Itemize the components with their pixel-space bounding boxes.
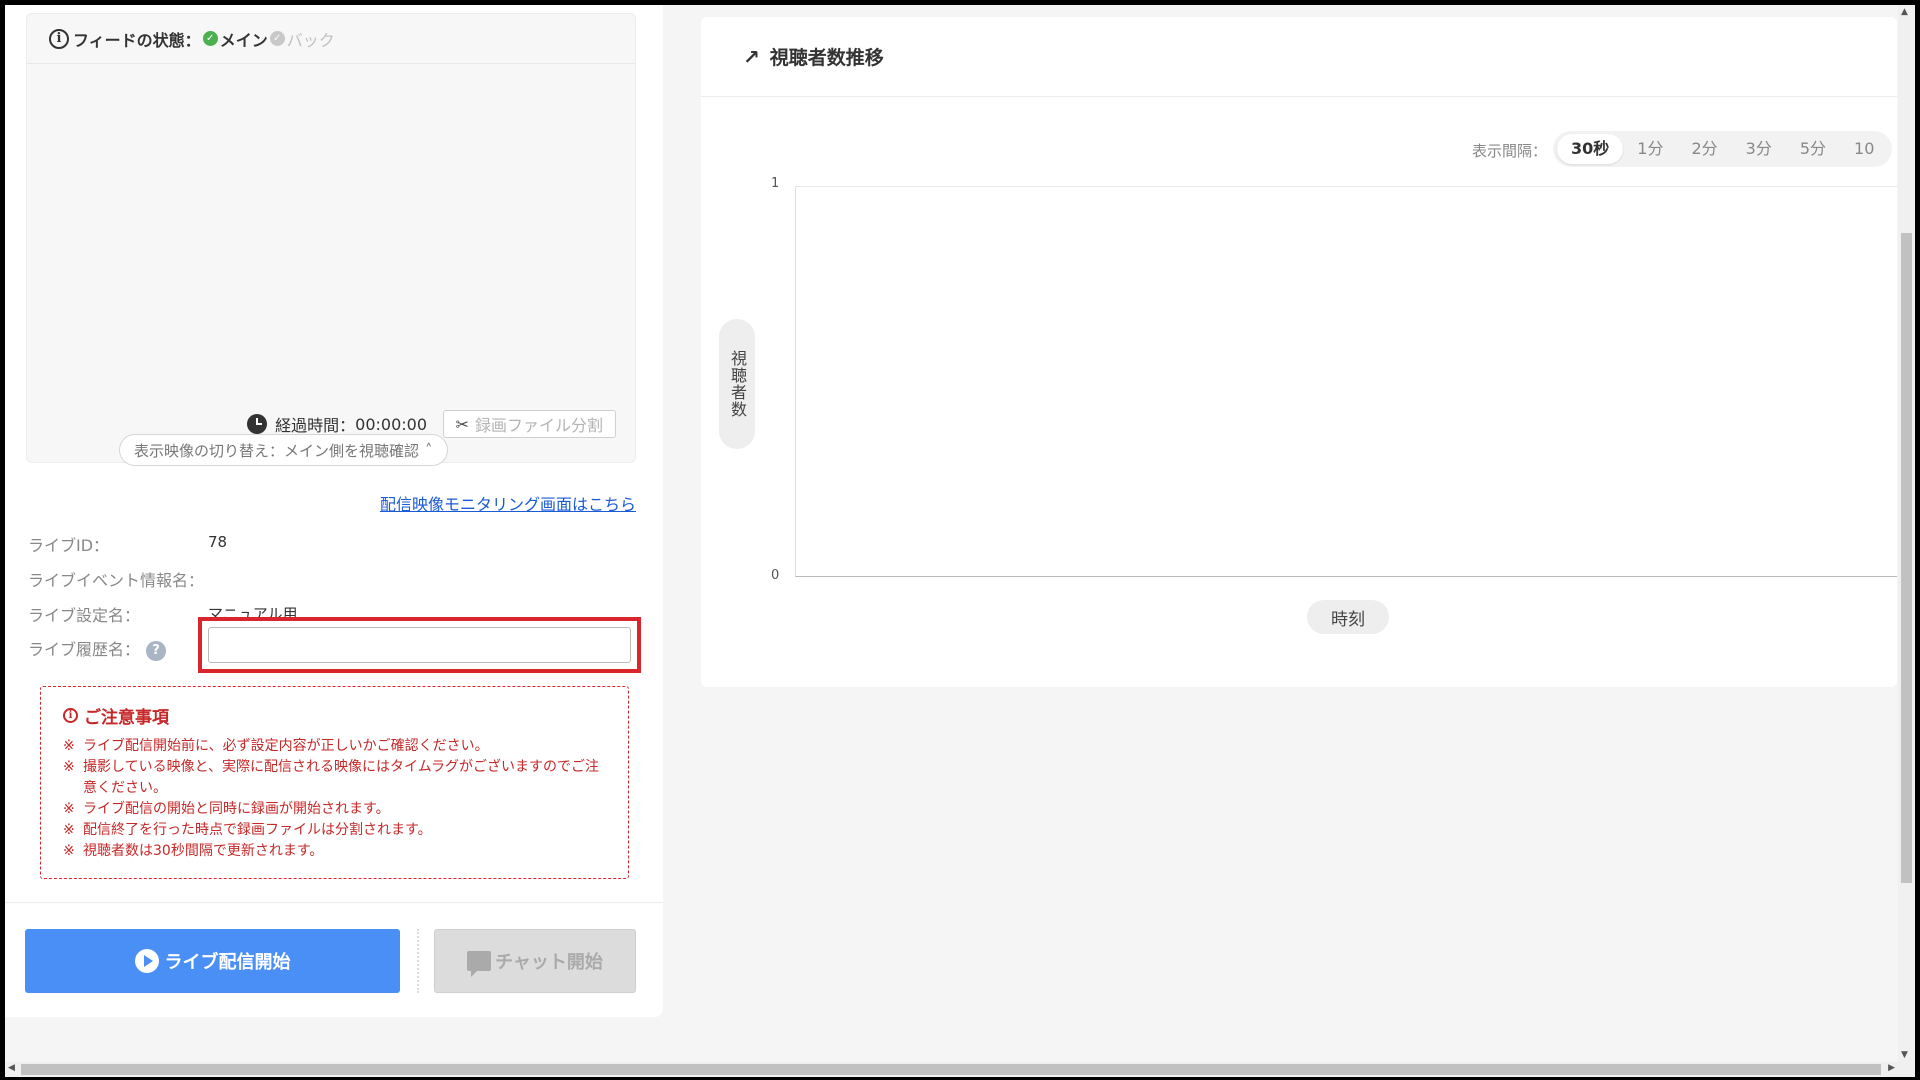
interval-option[interactable]: 2分 (1677, 134, 1731, 164)
interval-option[interactable]: 30秒 (1557, 134, 1624, 164)
interval-option[interactable]: 1分 (1623, 134, 1677, 164)
clock-icon (247, 414, 268, 434)
live-start-label: ライブ配信開始 (164, 952, 291, 973)
trending-up-icon: ↗ (743, 44, 760, 69)
setting-name-label: ライブ設定名： (28, 606, 141, 625)
elapsed-label: 経過時間： (275, 416, 356, 435)
scroll-right-icon[interactable]: ▶ (1888, 1063, 1895, 1073)
notice-list: ライブ配信開始前に、必ず設定内容が正しいかご確認ください。 撮影している映像と、… (63, 736, 606, 862)
check-circle-icon: ✓ (269, 31, 285, 46)
live-control-panel: i フィードの状態： ✓ メイン ✓ バック 経過時間： 00:00:00 ✂ … (5, 5, 663, 1017)
viewport: i フィードの状態： ✓ メイン ✓ バック 経過時間： 00:00:00 ✂ … (5, 5, 1915, 1077)
info-icon: i (49, 28, 69, 49)
horizontal-scrollbar[interactable]: ◀ ▶ (5, 1062, 1915, 1077)
x-axis-label: 時刻 (1307, 600, 1389, 634)
notice-item: 視聴者数は30秒間隔で更新されます。 (63, 841, 606, 862)
plot-area (795, 186, 1897, 577)
notice-item: 配信終了を行った時点で録画ファイルは分割されます。 (63, 820, 606, 841)
interval-option[interactable]: 3分 (1732, 134, 1786, 164)
chat-icon (467, 951, 492, 977)
notice-title-text: ご注意事項 (84, 708, 169, 728)
scrollbar-thumb[interactable] (1901, 233, 1912, 883)
notice-item: ライブ配信開始前に、必ず設定内容が正しいかご確認ください。 (63, 736, 606, 757)
play-icon (134, 949, 159, 973)
live-id-value: 78 (208, 533, 228, 551)
video-preview: i フィードの状態： ✓ メイン ✓ バック 経過時間： 00:00:00 ✂ … (26, 13, 636, 463)
feed-back-label: バック (286, 30, 335, 50)
feed-status: i フィードの状態： ✓ メイン ✓ バック (27, 14, 635, 64)
x-axis-label-text: 時刻 (1331, 609, 1365, 630)
feed-main-label: メイン (219, 30, 268, 50)
split-recording-label: 録画ファイル分割 (474, 416, 603, 435)
notice-title: i ご注意事項 (63, 703, 606, 728)
chart-header: ↗ 視聴者数推移 (701, 17, 1897, 97)
monitoring-link[interactable]: 配信映像モニタリング画面はこちら (380, 491, 636, 515)
chat-start-button[interactable]: チャット開始 (434, 929, 636, 993)
scrollbar-thumb[interactable] (21, 1064, 1881, 1075)
elapsed-value: 00:00:00 (355, 414, 427, 434)
divider (5, 902, 663, 903)
interval-selector: 30秒 1分 2分 3分 5分 10 (1553, 131, 1893, 167)
viewer-chart-panel: ↗ 視聴者数推移 表示間隔： 30秒 1分 2分 3分 5分 10 視聴者数 1 0 時刻 (701, 17, 1897, 687)
scroll-up-icon[interactable]: ▲ (1901, 7, 1908, 17)
help-icon[interactable]: ? (146, 640, 167, 661)
interval-label: 表示間隔： (1472, 142, 1548, 160)
notice-item: 撮影している映像と、実際に配信される映像にはタイムラグがございますのでご注意くだ… (63, 757, 606, 799)
y-axis-label: 視聴者数 (719, 319, 755, 449)
scroll-down-icon[interactable]: ▼ (1901, 1050, 1908, 1060)
event-name-label: ライブイベント情報名： (28, 571, 205, 590)
info-icon: i (63, 708, 78, 723)
chevron-up-icon: ˄ (425, 441, 433, 459)
interval-option[interactable]: 5分 (1786, 134, 1840, 164)
elapsed-time: 経過時間： 00:00:00 (247, 412, 427, 436)
notice-box: i ご注意事項 ライブ配信開始前に、必ず設定内容が正しいかご確認ください。 撮影… (40, 686, 629, 879)
switch-view-label: 表示映像の切り替え：メイン側を視聴確認 (134, 441, 420, 460)
feed-status-label: フィードの状態： (73, 30, 201, 50)
chat-start-label: チャット開始 (495, 952, 603, 973)
scroll-left-icon[interactable]: ◀ (8, 1063, 15, 1073)
switch-view-button[interactable]: 表示映像の切り替え：メイン側を視聴確認 ˄ (119, 434, 448, 466)
y-axis-label-text: 視聴者数 (728, 350, 747, 418)
y-tick-label: 0 (771, 568, 780, 583)
scissors-icon: ✂ (455, 414, 469, 434)
notice-item: ライブ配信の開始と同時に録画が開始されます。 (63, 799, 606, 820)
y-tick-label: 1 (771, 176, 780, 191)
history-name-label: ライブ履歴名： (28, 640, 141, 659)
vertical-scrollbar[interactable]: ▲ ▼ (1898, 5, 1915, 1062)
history-name-row: ライブ履歴名：? (28, 636, 167, 661)
live-start-button[interactable]: ライブ配信開始 (25, 929, 400, 993)
chart-title: 視聴者数推移 (769, 47, 884, 69)
history-name-input[interactable] (208, 627, 631, 663)
interval-option[interactable]: 10 (1840, 134, 1888, 164)
check-circle-icon: ✓ (202, 31, 218, 46)
divider (417, 929, 419, 993)
live-id-label: ライブID： (28, 536, 110, 555)
split-recording-button[interactable]: ✂ 録画ファイル分割 (442, 410, 616, 438)
